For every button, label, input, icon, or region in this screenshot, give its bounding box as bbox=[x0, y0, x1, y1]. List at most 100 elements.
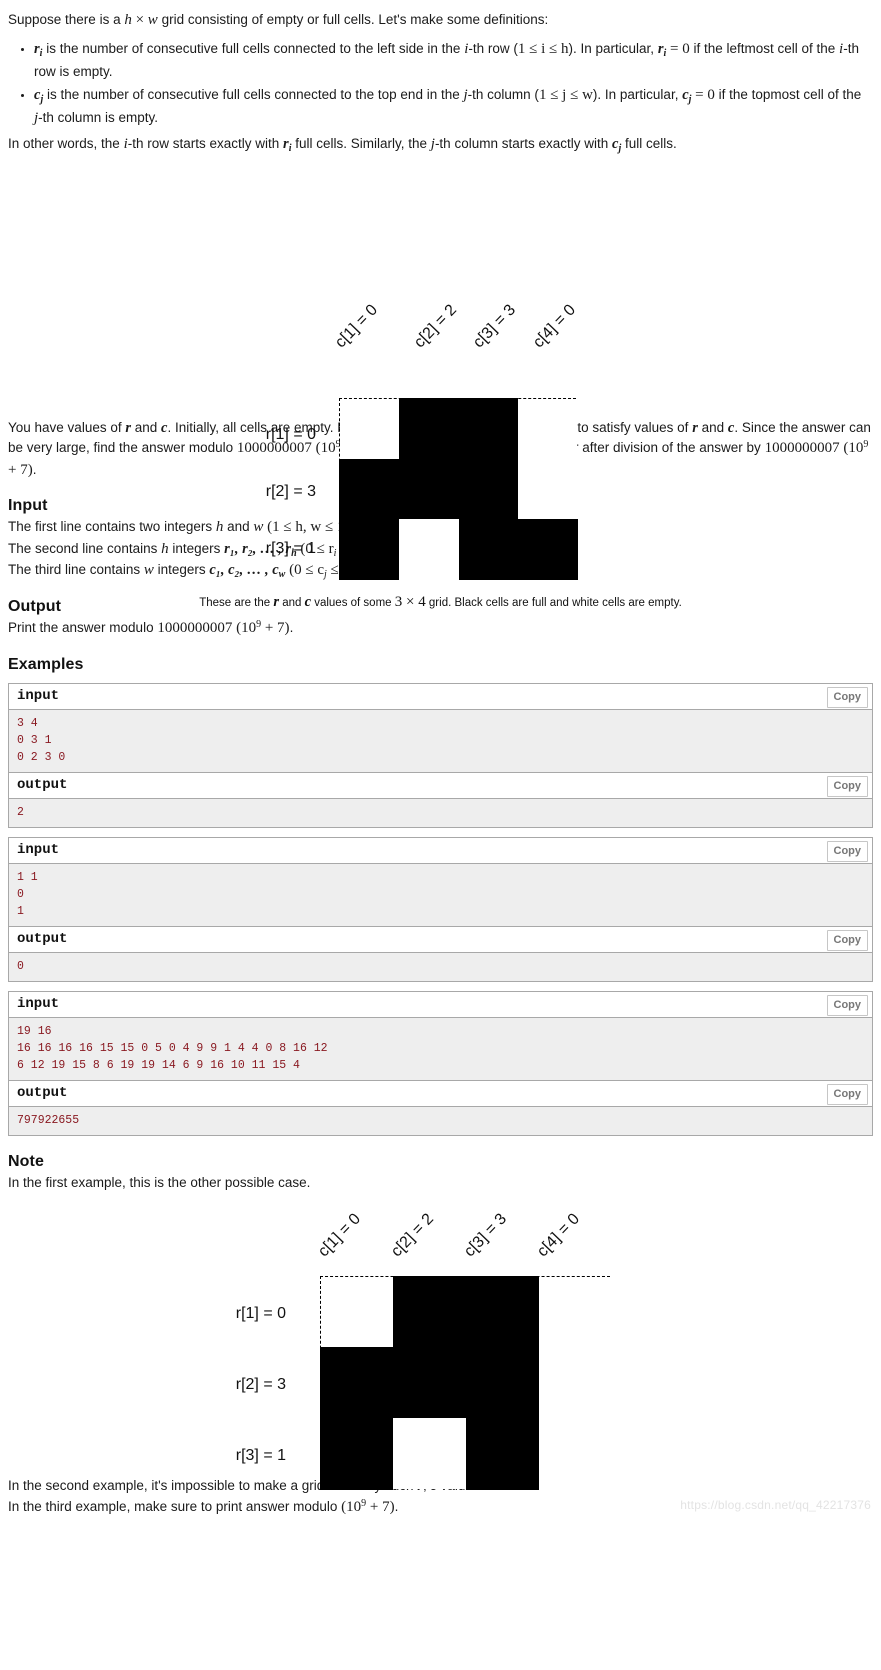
example-2-output-header: output Copy bbox=[9, 927, 872, 954]
fig1-cap-d: grid. Black cells are full and white cel… bbox=[425, 596, 682, 609]
def-c-text-c: ). In particular, bbox=[592, 87, 683, 103]
copy-button-output-3[interactable]: Copy bbox=[826, 1084, 868, 1106]
definition-r: ri is the number of consecutive full cel… bbox=[34, 39, 873, 81]
example-2-output-title: output bbox=[17, 931, 68, 948]
out-b: . bbox=[289, 620, 294, 636]
in2-a: The second line contains bbox=[8, 540, 162, 556]
example-1-input-title: input bbox=[17, 687, 60, 704]
copy-button-input-1[interactable]: Copy bbox=[826, 686, 868, 708]
figure-note-grid: c[1] = 0 c[2] = 2 c[3] = 3 c[4] = 0 r[1]… bbox=[0, 1192, 881, 1491]
figure1-col-label-4: c[4] = 0 bbox=[530, 301, 580, 351]
figure2-cell-r3c2 bbox=[393, 1418, 466, 1490]
figure1-cell-r2c3 bbox=[459, 458, 518, 519]
stmt-modpar2: (10 bbox=[843, 440, 864, 457]
figure1-col-label-2: c[2] = 2 bbox=[411, 301, 461, 351]
figure2-cell-r2c3 bbox=[466, 1347, 539, 1419]
in1-and: and bbox=[223, 519, 254, 535]
note3-b: . bbox=[394, 1499, 399, 1515]
example-1-input-header: input Copy bbox=[9, 683, 872, 710]
intro-text-b: grid consisting of empty or full cells. … bbox=[157, 12, 549, 27]
range-i: 1 ≤ i ≤ h bbox=[517, 41, 569, 58]
def-r-text-b: -th row ( bbox=[468, 41, 518, 57]
figure1-grid bbox=[339, 397, 578, 580]
in3-w: w bbox=[143, 562, 154, 579]
example-3-input-title: input bbox=[17, 996, 60, 1013]
figure2-row-label-1: r[1] = 0 bbox=[235, 1305, 286, 1323]
stmt-e: . bbox=[32, 461, 37, 477]
intro-paragraph: Suppose there is a h × w grid consisting… bbox=[8, 0, 873, 31]
in3-b: integers bbox=[153, 562, 210, 578]
ow-text-e: full cells. bbox=[621, 135, 677, 151]
figure1-col-label-3: c[3] = 3 bbox=[470, 301, 520, 351]
example-block-1: input Copy 3 4 0 3 1 0 2 3 0 output Copy… bbox=[8, 682, 873, 829]
section-heading-examples: Examples bbox=[8, 655, 84, 673]
copy-button-output-2[interactable]: Copy bbox=[826, 930, 868, 952]
out-a: Print the answer modulo bbox=[8, 620, 158, 636]
figure1-cell-r3c3 bbox=[459, 518, 518, 580]
in3-range: (0 ≤ c bbox=[289, 562, 324, 579]
ow-text-a: In other words, the bbox=[8, 135, 124, 151]
out-mod: 1000000007 bbox=[157, 620, 233, 637]
stmt-mod2: 1000000007 bbox=[764, 440, 840, 457]
def-r-text-c: ). In particular, bbox=[568, 41, 658, 57]
copy-button-output-1[interactable]: Copy bbox=[826, 776, 868, 797]
var-c-sub-j: cj bbox=[34, 87, 44, 106]
example-3-input-header: input Copy bbox=[9, 992, 872, 1019]
example-1-input-body: 3 4 0 3 1 0 2 3 0 bbox=[9, 709, 872, 773]
example-2-input-header: input Copy bbox=[9, 838, 872, 865]
figure2-cell-r1c3 bbox=[466, 1276, 539, 1348]
in2-h: h bbox=[161, 540, 169, 557]
in3-a: The third line contains bbox=[8, 562, 144, 578]
in3-list: c₁, c₂, … , c bbox=[209, 562, 279, 579]
ow-text-c: full cells. Similarly, the bbox=[291, 135, 431, 151]
figure1-row-label-1: r[1] = 0 bbox=[265, 425, 316, 443]
var-r-eq: ri bbox=[657, 41, 667, 60]
figure2-col-label-2: c[2] = 2 bbox=[388, 1210, 438, 1261]
in1-a: The first line contains two integers bbox=[8, 519, 216, 535]
figure2-col-label-1: c[1] = 0 bbox=[315, 1210, 365, 1261]
fig1-cap-and: and bbox=[279, 596, 305, 609]
example-1-output-body: 2 bbox=[9, 799, 872, 828]
figure1-cell-r2c2 bbox=[399, 458, 459, 519]
def-c-text-a: is the number of consecutive full cells … bbox=[43, 87, 464, 103]
out-modpar: (10 bbox=[236, 620, 257, 637]
figure2-row-label-3: r[3] = 1 bbox=[235, 1447, 286, 1465]
figure1-cell-r3c1 bbox=[339, 518, 399, 580]
figure2-cell-r1c1 bbox=[321, 1277, 393, 1348]
note3-mod: (10 bbox=[341, 1499, 362, 1516]
figure1-cell-r1c3 bbox=[459, 397, 518, 459]
intro-text-a: Suppose there is a bbox=[8, 12, 125, 27]
figure1-cell-r2c1 bbox=[339, 458, 399, 519]
figure2-grid bbox=[320, 1276, 611, 1491]
figure1-row-label-2: r[2] = 3 bbox=[265, 482, 316, 500]
definition-c: cj is the number of consecutive full cel… bbox=[34, 85, 873, 129]
figure1-cell-r3c4 bbox=[518, 518, 578, 580]
other-words-paragraph: In other words, the i-th row starts exac… bbox=[8, 134, 873, 156]
var-w: w bbox=[147, 12, 158, 28]
var-h: h bbox=[124, 12, 132, 28]
var-c-eq-value: = 0 bbox=[691, 87, 715, 104]
figure1-row-label-3: r[3] = 1 bbox=[265, 539, 316, 557]
figure1-cell-r1c2 bbox=[399, 397, 459, 459]
var-r-eq-value: = 0 bbox=[666, 41, 690, 58]
copy-button-input-3[interactable]: Copy bbox=[826, 995, 868, 1017]
def-c-text-b: -th column ( bbox=[467, 87, 539, 103]
ow-text-b: -th row starts exactly with bbox=[127, 135, 284, 151]
range-j: 1 ≤ j ≤ w bbox=[538, 87, 593, 104]
example-block-2: input Copy 1 1 0 1 output Copy 0 bbox=[8, 837, 873, 983]
out-modplus: + 7) bbox=[261, 620, 290, 637]
figure2-cell-r2c4 bbox=[539, 1347, 611, 1419]
stmt-modexp2: 9 bbox=[863, 439, 869, 451]
example-2-input-title: input bbox=[17, 842, 60, 859]
figure2-cell-r2c1 bbox=[320, 1347, 393, 1419]
figure-example-grid: c[1] = 0 c[2] = 2 c[3] = 3 c[4] = 0 r[1]… bbox=[0, 156, 881, 610]
figure1-caption: These are the r and c values of some 3 ×… bbox=[0, 594, 881, 611]
section-heading-note: Note bbox=[8, 1153, 44, 1171]
figure1-cell-r3c2 bbox=[399, 518, 459, 579]
def-r-text-d: if the leftmost cell of the bbox=[689, 41, 840, 57]
example-3-output-title: output bbox=[17, 1085, 68, 1102]
copy-button-input-2[interactable]: Copy bbox=[826, 841, 868, 863]
example-2-input-body: 1 1 0 1 bbox=[9, 864, 872, 928]
example-1-output-title: output bbox=[17, 777, 68, 793]
example-2-output-body: 0 bbox=[9, 953, 872, 982]
